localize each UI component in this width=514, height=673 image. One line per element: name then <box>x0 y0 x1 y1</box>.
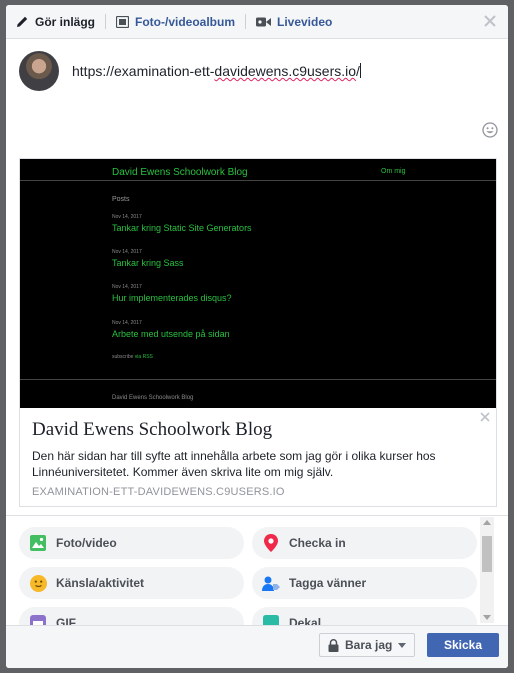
photo-video-label: Foto/video <box>56 536 117 550</box>
tag-friends-button[interactable]: Tagga vänner <box>252 567 477 599</box>
composer-text-prefix: https://examination-ett- <box>72 63 215 79</box>
scrollbar-thumb[interactable] <box>482 536 492 572</box>
preview-site-footer: David Ewens Schoolwork Blog <box>112 395 194 401</box>
preview-posts-heading: Posts <box>112 196 130 203</box>
preview-post-date: Nov 14, 2017 <box>112 284 142 290</box>
options-scrollbar[interactable] <box>480 517 494 623</box>
composer-tabs: Gör inlägg Foto-/videoalbum Livevideo <box>6 5 508 39</box>
location-pin-icon <box>264 534 278 552</box>
video-camera-icon <box>256 17 271 26</box>
remove-preview-icon[interactable] <box>479 411 491 423</box>
pencil-icon <box>17 16 28 27</box>
preview-title: David Ewens Schoolwork Blog <box>32 419 273 440</box>
smiley-icon <box>29 574 47 592</box>
emoji-icon[interactable] <box>482 122 498 138</box>
audience-selector[interactable]: Bara jag <box>319 633 415 657</box>
preview-post-title: Tankar kring Static Site Generators <box>112 223 252 233</box>
tab-live-video[interactable]: Livevideo <box>246 5 342 38</box>
preview-site-title: David Ewens Schoolwork Blog <box>112 167 248 178</box>
photo-video-button[interactable]: Foto/video <box>19 527 244 559</box>
audience-label: Bara jag <box>345 638 393 652</box>
tag-friends-label: Tagga vänner <box>289 576 367 590</box>
tab-live-video-label: Livevideo <box>277 14 333 29</box>
photo-icon <box>30 535 46 551</box>
sticker-button[interactable]: Dekal <box>252 607 477 625</box>
preview-footer-divider <box>20 379 496 380</box>
gif-icon <box>30 615 46 625</box>
preview-post-title: Arbete med utsende på sidan <box>112 329 230 339</box>
composer-input[interactable]: https://examination-ett-davidewens.c9use… <box>72 63 361 79</box>
preview-subscribe: subscribe via RSS <box>112 354 153 360</box>
sticker-label: Dekal <box>289 616 322 625</box>
tag-friends-icon <box>262 576 280 591</box>
close-icon[interactable] <box>482 13 498 29</box>
chevron-down-icon <box>398 642 407 648</box>
gif-label: GIF <box>56 616 76 625</box>
preview-domain: EXAMINATION-ETT-DAVIDEWENS.C9USERS.IO <box>32 486 285 498</box>
preview-nav-link: Om mig <box>381 168 406 175</box>
composer-footer: Bara jag Skicka <box>6 625 508 668</box>
tab-create-post[interactable]: Gör inlägg <box>6 5 105 38</box>
create-post-dialog: Gör inlägg Foto-/videoalbum Livevideo ht… <box>6 5 508 668</box>
link-preview[interactable]: David Ewens Schoolwork Blog Om mig Posts… <box>19 158 497 507</box>
composer-text-misspelled: davidewens.c9users.io <box>214 63 357 79</box>
preview-post-date: Nov 14, 2017 <box>112 249 142 255</box>
text-cursor <box>359 63 361 78</box>
tab-photo-album-label: Foto-/videoalbum <box>135 14 235 29</box>
tab-create-post-label: Gör inlägg <box>35 14 95 29</box>
preview-post-title: Hur implementerades disqus? <box>112 293 232 303</box>
scroll-down-arrow-icon[interactable] <box>483 615 491 620</box>
preview-post-title: Tankar kring Sass <box>112 258 184 268</box>
preview-header-divider <box>20 180 496 181</box>
preview-subscribe-link: via RSS <box>134 354 153 360</box>
tab-photo-album[interactable]: Foto-/videoalbum <box>106 5 245 38</box>
check-in-label: Checka in <box>289 536 346 550</box>
divider <box>6 515 508 516</box>
post-options: Foto/video Checka in Känsla/aktivitet Ta… <box>6 517 480 625</box>
feeling-activity-label: Känsla/aktivitet <box>56 576 145 590</box>
photo-album-icon <box>116 15 129 28</box>
scroll-up-arrow-icon[interactable] <box>483 520 491 525</box>
preview-post-date: Nov 14, 2017 <box>112 214 142 220</box>
share-button[interactable]: Skicka <box>427 633 499 657</box>
sticker-icon <box>263 615 279 625</box>
preview-description: Den här sidan har till syfte att innehål… <box>32 449 436 479</box>
preview-post-date: Nov 14, 2017 <box>112 320 142 326</box>
check-in-button[interactable]: Checka in <box>252 527 477 559</box>
preview-subscribe-prefix: subscribe <box>112 354 135 360</box>
avatar <box>19 51 59 91</box>
lock-icon <box>328 638 339 652</box>
feeling-activity-button[interactable]: Känsla/aktivitet <box>19 567 244 599</box>
link-preview-image: David Ewens Schoolwork Blog Om mig Posts… <box>20 159 496 408</box>
gif-button[interactable]: GIF <box>19 607 244 625</box>
